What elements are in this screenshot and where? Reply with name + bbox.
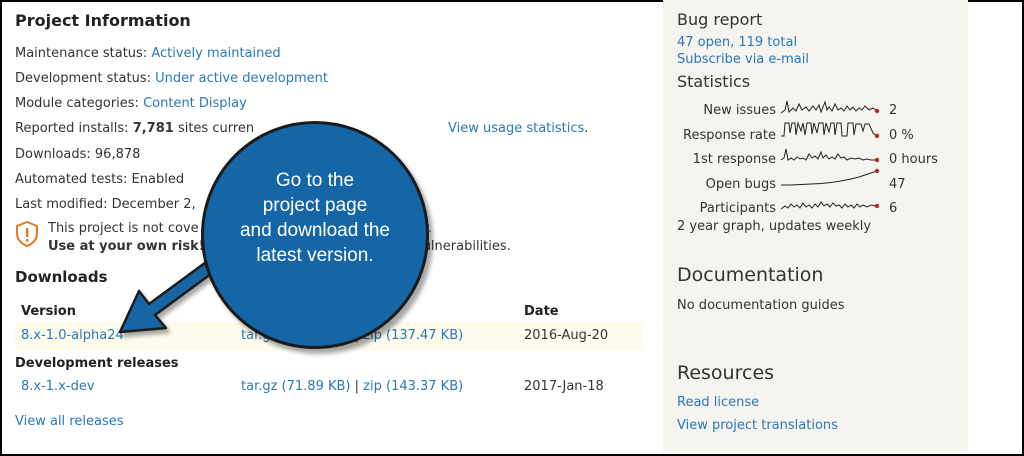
stat-label: Open bugs [705, 177, 776, 192]
bug-counts-link[interactable]: 47 open, 119 total [677, 35, 797, 50]
documentation-title: Documentation [677, 264, 824, 286]
callout-line: project page [262, 195, 368, 216]
stat-value: 0 hours [889, 152, 938, 167]
resources-title: Resources [677, 362, 775, 384]
sparkline [781, 100, 879, 114]
statistics-title: Statistics [677, 72, 751, 91]
sidebar: Bug report 47 open, 119 total Subscribe … [663, 0, 968, 452]
stat-label: 1st response [692, 152, 776, 167]
stat-value: 0 % [889, 128, 914, 143]
sparkline [781, 121, 879, 139]
graph-note: 2 year graph, updates weekly [677, 219, 872, 234]
callout-text: Go to the project page and download the … [204, 168, 426, 268]
stat-value: 47 [889, 177, 906, 192]
callout-line: latest version. [256, 245, 374, 266]
callout-bubble: Go to the project page and download the … [201, 121, 429, 349]
bug-report-title: Bug report [677, 10, 763, 29]
sparkline [781, 168, 879, 186]
stat-label: Participants [699, 201, 776, 216]
stat-value: 2 [889, 103, 898, 118]
callout-line: and download the [239, 220, 390, 241]
read-license-link[interactable]: Read license [677, 395, 759, 410]
stat-label: Response rate [683, 128, 776, 143]
stat-value: 6 [889, 201, 898, 216]
sparkline [781, 148, 879, 163]
view-translations-link[interactable]: View project translations [677, 418, 838, 433]
documentation-text: No documentation guides [677, 298, 845, 313]
callout-line: Go to the [275, 170, 355, 191]
stat-label: New issues [703, 103, 776, 118]
sparkline [781, 201, 879, 210]
subscribe-email-link[interactable]: Subscribe via e-mail [677, 52, 809, 67]
